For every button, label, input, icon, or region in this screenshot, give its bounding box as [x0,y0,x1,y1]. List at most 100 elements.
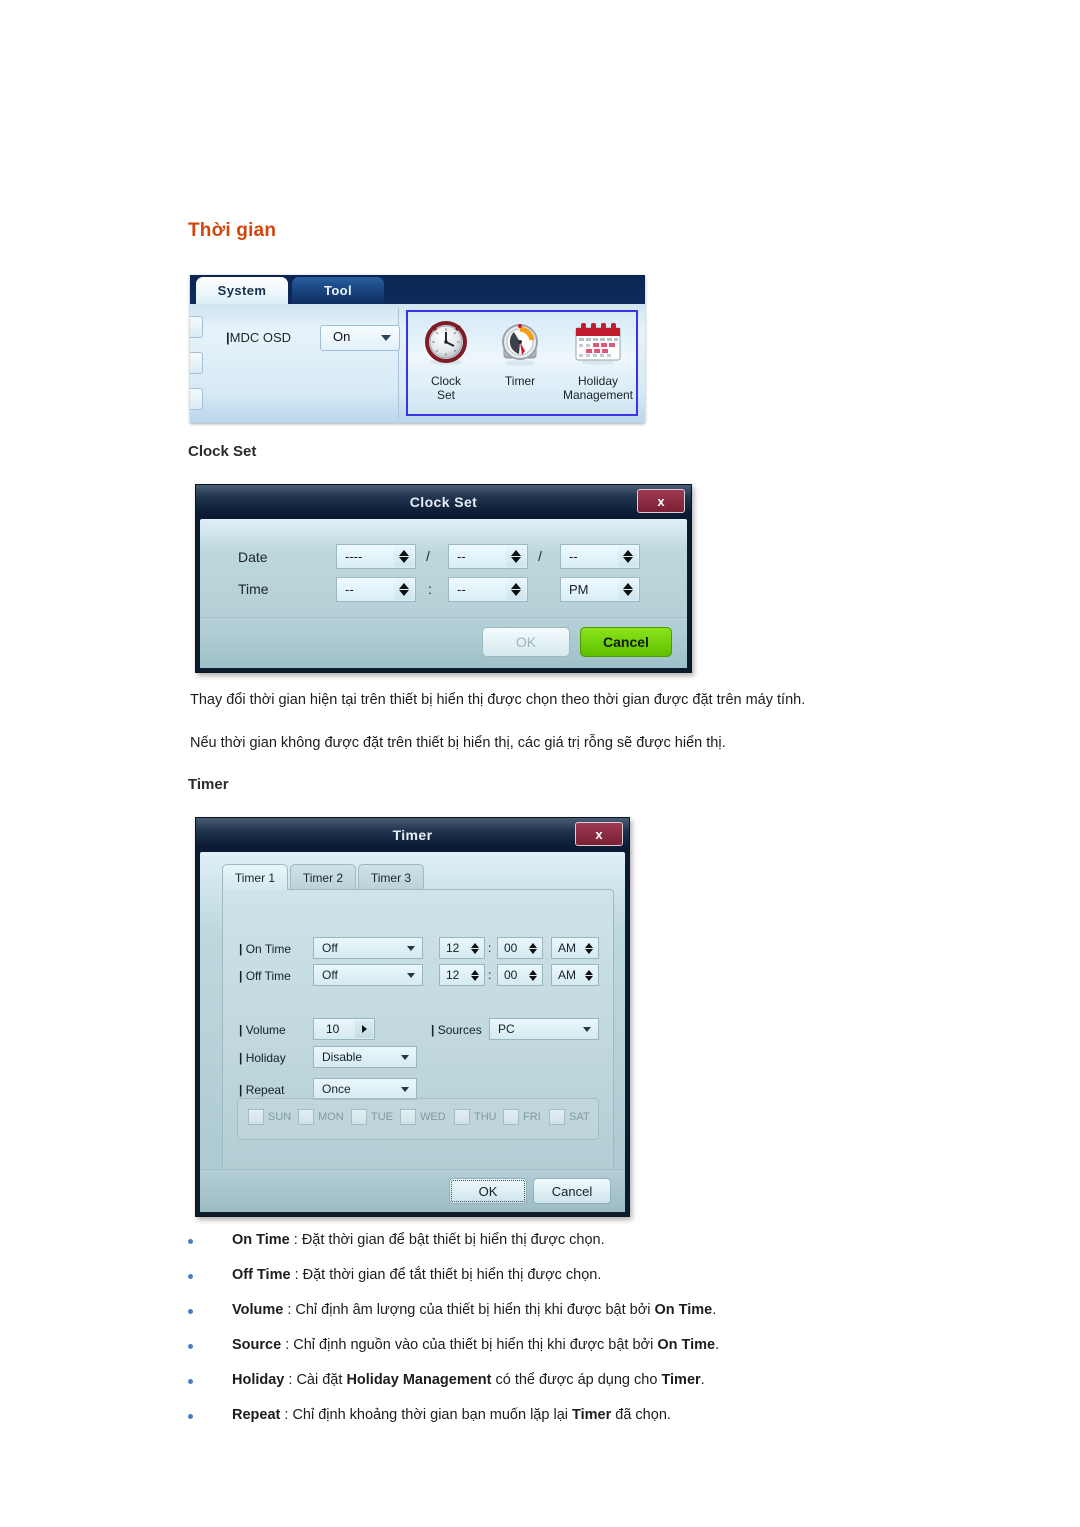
tab-system[interactable]: System [196,277,288,304]
off-time-mode-dropdown[interactable]: Off [313,964,423,986]
mdc-osd-dropdown[interactable]: On [320,325,400,351]
checkbox-sun[interactable] [248,1109,264,1125]
off-time-meridiem-spinner[interactable]: AM [551,964,599,986]
close-icon[interactable]: x [575,822,623,846]
term-off-time: Off Time [232,1267,291,1283]
on-time-mode-value: Off [322,941,338,955]
clock-set-cancel-button[interactable]: Cancel [580,627,672,657]
on-time-label: | On Time [239,942,292,956]
on-time-mode-dropdown[interactable]: Off [313,937,423,959]
chevron-down-icon [401,1055,409,1060]
clock-set-footer: OK Cancel [200,617,687,668]
ribbon-button-clock-set[interactable]: Clock Set [410,316,482,402]
desc-holiday-term3: Timer [661,1372,701,1388]
panel-stub-1 [190,316,203,338]
weekday-sun-label: SUN [268,1111,292,1123]
off-time-meridiem-stepper[interactable] [581,966,597,984]
list-item: Holiday : Cài đặt Holiday Management có … [188,1372,719,1407]
checkbox-tue[interactable] [351,1109,367,1125]
desc-source-tail: . [715,1337,720,1353]
on-time-minute-spinner[interactable]: 00 [497,937,543,959]
list-item: On Time : Đặt thời gian để bật thiết bị … [188,1232,719,1267]
volume-increase-icon[interactable] [355,1020,373,1038]
volume-stepper[interactable]: 10 [313,1018,375,1040]
weekday-sun[interactable]: SUN [248,1109,291,1125]
ribbon-label-clock-line2: Set [436,388,455,402]
paragraph-1: Thay đổi thời gian hiện tại trên thiết b… [190,692,806,708]
weekday-wed[interactable]: WED [400,1109,446,1125]
bullet-icon [188,1379,193,1384]
clock-icon [410,316,482,372]
tab-timer-1[interactable]: Timer 1 [222,864,288,890]
on-time-hour-spinner[interactable]: 12 [439,937,485,959]
ribbon-button-holiday-management[interactable]: Holiday Management [558,316,638,402]
checkbox-sat[interactable] [549,1109,565,1125]
time-sep: : [428,581,432,597]
time-meridiem-spinner[interactable]: PM [560,577,640,602]
sources-dropdown[interactable]: PC [489,1018,599,1040]
timer-cancel-button[interactable]: Cancel [533,1178,611,1204]
time-hour-value: -- [345,582,354,597]
on-time-minute-stepper[interactable] [525,939,541,957]
list-item: Volume : Chỉ định âm lượng của thiết bị … [188,1302,719,1337]
ribbon-settings-panel: |MDC OSD On [190,308,400,418]
clock-set-dialog: Clock Set x Date ---- / -- / -- Time -- [195,484,692,673]
off-time-label-text: Off Time [245,969,291,983]
weekday-wed-label: WED [420,1111,446,1123]
checkbox-fri[interactable] [503,1109,519,1125]
tab-timer-2[interactable]: Timer 2 [290,864,356,890]
time-meridiem-stepper[interactable] [618,579,638,600]
ribbon-label-clock-line1: Clock [430,374,461,388]
mdc-ribbon: System Tool |MDC OSD On Clock Set Timer … [190,275,645,423]
tab-timer-3[interactable]: Timer 3 [358,864,424,890]
timer-ok-button[interactable]: OK [449,1178,527,1204]
off-time-hour-spinner[interactable]: 12 [439,964,485,986]
repeat-dropdown[interactable]: Once [313,1078,417,1100]
time-hour-spinner[interactable]: -- [336,577,416,602]
time-hour-stepper[interactable] [394,579,414,600]
on-time-meridiem-spinner[interactable]: AM [551,937,599,959]
on-time-hour-stepper[interactable] [467,939,483,957]
weekday-tue[interactable]: TUE [351,1109,393,1125]
ribbon-button-timer[interactable]: Timer [484,316,556,388]
holiday-dropdown[interactable]: Disable [313,1046,417,1068]
bullet-icon [188,1344,193,1349]
checkbox-wed[interactable] [400,1109,416,1125]
ribbon-label-holiday-line1: Holiday [577,374,619,388]
clock-set-ok-button[interactable]: OK [482,627,570,657]
off-time-minute-stepper[interactable] [525,966,541,984]
weekday-sat[interactable]: SAT [549,1109,590,1125]
repeat-label-text: Repeat [245,1083,285,1097]
date-day-stepper[interactable] [618,546,638,567]
weekday-fri[interactable]: FRI [503,1109,541,1125]
bullet-icon [188,1239,193,1244]
desc-on-time: : Đặt thời gian để bật thiết bị hiển thị… [289,1232,605,1248]
desc-holiday-tail: . [700,1372,705,1388]
on-time-minute-value: 00 [504,941,518,955]
date-year-spinner[interactable]: ---- [336,544,416,569]
weekday-thu[interactable]: THU [454,1109,497,1125]
checkbox-mon[interactable] [298,1109,314,1125]
date-day-spinner[interactable]: -- [560,544,640,569]
off-time-hour-stepper[interactable] [467,966,483,984]
date-month-spinner[interactable]: -- [448,544,528,569]
date-year-value: ---- [345,549,363,564]
mdc-osd-label: |MDC OSD [226,330,292,345]
on-time-meridiem-stepper[interactable] [581,939,597,957]
volume-label: | Volume [239,1023,286,1037]
ribbon-label-holiday-line2: Management [562,388,634,402]
document-page: Thời gian System Tool |MDC OSD On Clock … [0,0,1080,1527]
tab-tool[interactable]: Tool [292,277,384,304]
off-time-minute-spinner[interactable]: 00 [497,964,543,986]
checkbox-thu[interactable] [454,1109,470,1125]
time-minute-stepper[interactable] [506,579,526,600]
weekday-mon[interactable]: MON [298,1109,344,1125]
date-year-stepper[interactable] [394,546,414,567]
close-icon[interactable]: x [637,489,685,513]
time-minute-spinner[interactable]: -- [448,577,528,602]
date-month-stepper[interactable] [506,546,526,567]
desc-holiday: : Cài đặt [284,1372,347,1388]
off-time-minute-value: 00 [504,968,518,982]
sources-value: PC [498,1022,515,1036]
mdc-osd-value: On [333,329,351,344]
